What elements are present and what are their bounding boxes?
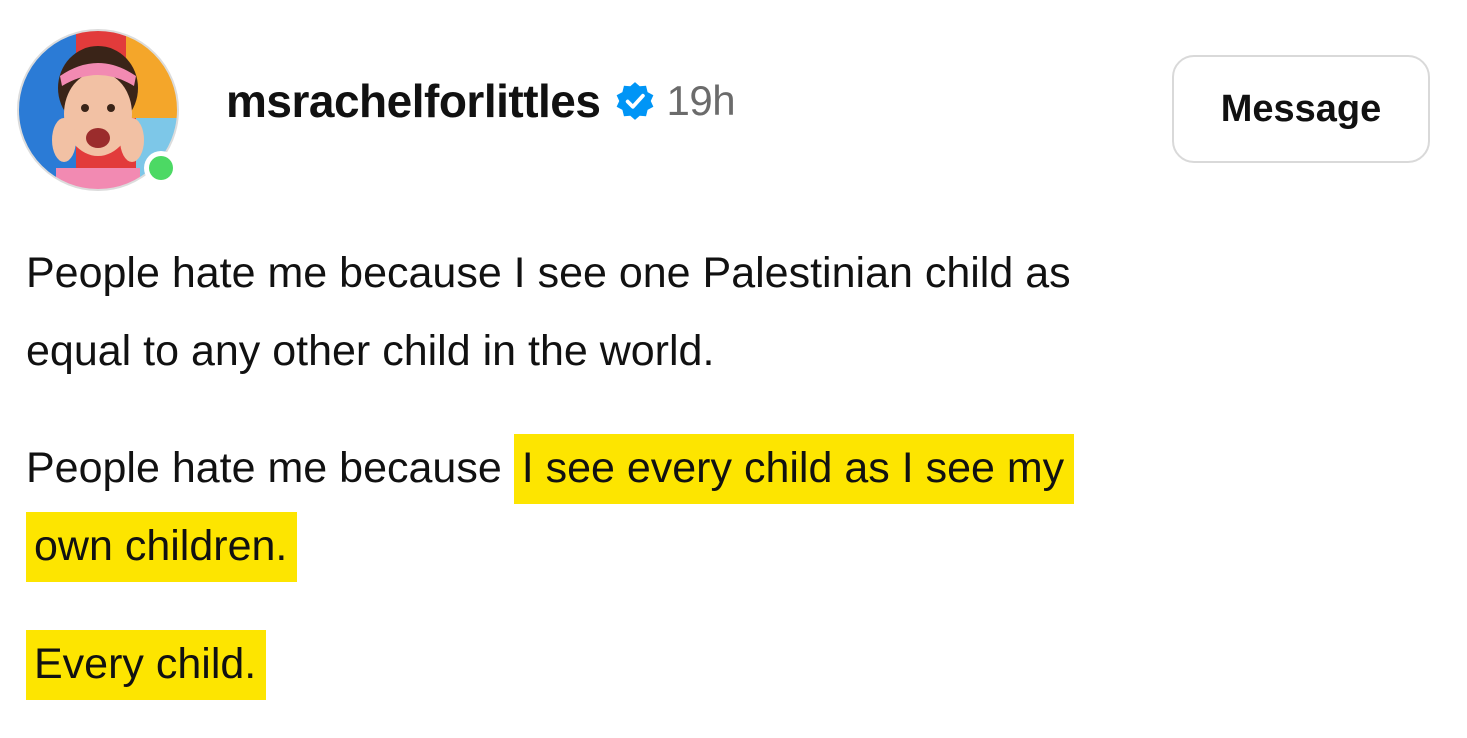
verified-badge-icon	[614, 80, 656, 122]
message-button[interactable]: Message	[1172, 55, 1430, 163]
avatar[interactable]	[16, 28, 180, 192]
highlighted-text: own children.	[26, 512, 298, 582]
post-timestamp: 19h	[666, 77, 736, 124]
post-header: msrachelforlittles 19h	[226, 77, 736, 124]
post-text-plain: People hate me because	[26, 444, 514, 492]
online-status-dot	[149, 156, 173, 180]
post-text-line: Every child.	[26, 630, 1446, 700]
username-link[interactable]: msrachelforlittles	[226, 78, 601, 124]
post-text-line: own children.	[26, 512, 1446, 582]
highlighted-text: I see every child as I see my	[513, 434, 1075, 504]
post-text-line: People hate me because I see every child…	[26, 434, 1446, 504]
post-text-line: People hate me because I see one Palesti…	[26, 249, 1071, 297]
highlighted-text: Every child.	[26, 630, 267, 700]
post-text-line: equal to any other child in the world.	[26, 327, 715, 375]
